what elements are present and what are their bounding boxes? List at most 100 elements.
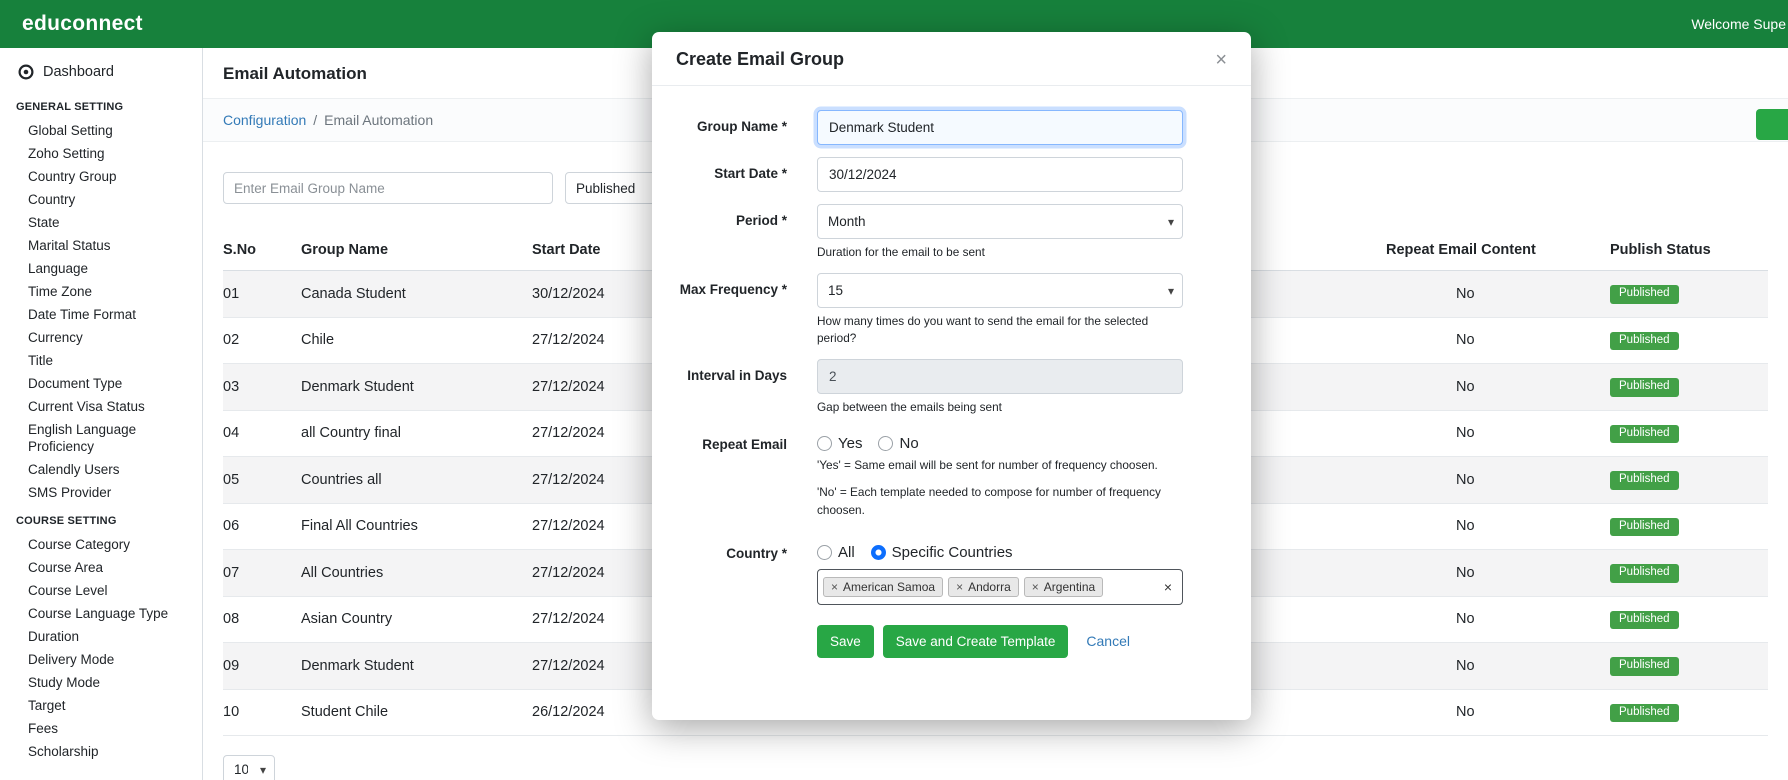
cell-sno: 07 <box>223 550 301 597</box>
sidebar-item[interactable]: Duration <box>16 625 196 648</box>
cell-repeat-email-content: No <box>1386 550 1610 597</box>
close-icon[interactable]: × <box>1215 50 1227 70</box>
brand-logo[interactable]: educonnect <box>22 12 143 36</box>
sidebar-item[interactable]: Target <box>16 694 196 717</box>
remove-tag-icon[interactable]: × <box>831 580 838 594</box>
modal-title: Create Email Group <box>676 49 844 70</box>
cell-group-name: Denmark Student <box>301 643 532 690</box>
add-email-group-button[interactable] <box>1756 109 1788 140</box>
start-date-input[interactable] <box>817 157 1183 192</box>
cell-repeat-email-content: No <box>1386 689 1610 736</box>
save-and-create-template-button[interactable]: Save and Create Template <box>883 625 1069 658</box>
cell-repeat-email-content: No <box>1386 317 1610 364</box>
cell-sno: 10 <box>223 689 301 736</box>
cell-sno: 01 <box>223 271 301 318</box>
cancel-link[interactable]: Cancel <box>1086 633 1130 649</box>
sidebar-item-dashboard[interactable]: Dashboard <box>16 60 196 90</box>
country-all-radio[interactable] <box>817 545 832 560</box>
sidebar-item[interactable]: State <box>16 211 196 234</box>
max-frequency-label: Max Frequency * <box>672 273 787 347</box>
sidebar-item[interactable]: Course Category <box>16 533 196 556</box>
group-name-label: Group Name * <box>672 110 787 145</box>
buttons-spacer <box>672 625 787 658</box>
breadcrumb-separator: / <box>313 112 317 128</box>
sidebar-item[interactable]: Scholarship <box>16 740 196 763</box>
sidebar-item[interactable]: SMS Provider <box>16 481 196 504</box>
breadcrumb-current: Email Automation <box>324 112 433 128</box>
sidebar-item[interactable]: Country <box>16 188 196 211</box>
repeat-no-radio[interactable] <box>878 436 893 451</box>
modal-body: Group Name * Start Date * Period * Month… <box>652 86 1251 720</box>
sidebar-item[interactable]: Time Zone <box>16 280 196 303</box>
country-all-label[interactable]: All <box>838 544 855 561</box>
cell-repeat-email-content: No <box>1386 643 1610 690</box>
sidebar-item[interactable]: Title <box>16 349 196 372</box>
sidebar-item[interactable]: Language <box>16 257 196 280</box>
sidebar-item[interactable]: Current Visa Status <box>16 395 196 418</box>
remove-tag-icon[interactable]: × <box>956 580 963 594</box>
sidebar-item[interactable]: Delivery Mode <box>16 648 196 671</box>
start-date-label: Start Date * <box>672 157 787 192</box>
max-frequency-select[interactable]: 15 <box>817 273 1183 308</box>
sidebar-item[interactable]: Zoho Setting <box>16 142 196 165</box>
page-size-select-wrap: 10 <box>223 755 275 780</box>
status-badge: Published <box>1610 611 1679 630</box>
sidebar-item[interactable]: Country Group <box>16 165 196 188</box>
max-frequency-help-text: How many times do you want to send the e… <box>817 313 1183 347</box>
sidebar-item[interactable]: Document Type <box>16 372 196 395</box>
repeat-yes-help-text: 'Yes' = Same email will be sent for numb… <box>817 457 1183 474</box>
search-input[interactable] <box>223 172 553 204</box>
repeat-no-label[interactable]: No <box>899 435 918 452</box>
country-radio-group: All Specific Countries <box>817 537 1183 561</box>
sidebar-item[interactable]: Marital Status <box>16 234 196 257</box>
dashboard-icon <box>18 64 34 80</box>
col-repeat-email-content: Repeat Email Content <box>1386 230 1610 271</box>
country-tag[interactable]: ×Argentina <box>1024 577 1103 597</box>
repeat-yes-radio[interactable] <box>817 436 832 451</box>
sidebar: Dashboard GENERAL SETTING Global SettingZ… <box>0 48 203 780</box>
clear-selection-icon[interactable]: × <box>1164 579 1172 595</box>
breadcrumb-link-configuration[interactable]: Configuration <box>223 112 306 128</box>
sidebar-item[interactable]: Course Language Type <box>16 602 196 625</box>
sidebar-item[interactable]: Course Level <box>16 579 196 602</box>
country-specific-label[interactable]: Specific Countries <box>892 544 1013 561</box>
period-help-text: Duration for the email to be sent <box>817 244 1183 261</box>
sidebar-item[interactable]: Course Area <box>16 556 196 579</box>
sidebar-item[interactable]: Study Mode <box>16 671 196 694</box>
save-button[interactable]: Save <box>817 625 874 658</box>
cell-repeat-email-content: No <box>1386 271 1610 318</box>
country-multiselect[interactable]: ×American Samoa×Andorra×Argentina × <box>817 569 1183 605</box>
period-label: Period * <box>672 204 787 261</box>
country-tag[interactable]: ×American Samoa <box>823 577 943 597</box>
cell-group-name: All Countries <box>301 550 532 597</box>
cell-publish-status: Published <box>1610 503 1768 550</box>
sidebar-item[interactable]: Fees <box>16 717 196 740</box>
modal-header: Create Email Group × <box>652 32 1251 86</box>
sidebar-item[interactable]: Global Setting <box>16 119 196 142</box>
sidebar-item[interactable]: Date Time Format <box>16 303 196 326</box>
sidebar-item[interactable]: Currency <box>16 326 196 349</box>
country-specific-radio[interactable] <box>871 545 886 560</box>
sidebar-section-title: GENERAL SETTING <box>16 101 196 113</box>
remove-tag-icon[interactable]: × <box>1032 580 1039 594</box>
country-tag[interactable]: ×Andorra <box>948 577 1019 597</box>
cell-publish-status: Published <box>1610 364 1768 411</box>
sidebar-sections: GENERAL SETTING Global SettingZoho Settin… <box>16 101 196 763</box>
cell-group-name: all Country final <box>301 410 532 457</box>
status-badge: Published <box>1610 425 1679 444</box>
sidebar-item[interactable]: English Language Proficiency <box>16 418 196 458</box>
cell-publish-status: Published <box>1610 689 1768 736</box>
pagination: 10 <box>203 736 1788 780</box>
sidebar-dashboard-label: Dashboard <box>43 64 114 80</box>
period-select-wrap: Month <box>817 204 1183 239</box>
group-name-input[interactable] <box>817 110 1183 145</box>
repeat-yes-label[interactable]: Yes <box>838 435 862 452</box>
country-label: Country * <box>672 537 787 605</box>
period-select[interactable]: Month <box>817 204 1183 239</box>
page-size-select[interactable]: 10 <box>223 755 275 780</box>
welcome-text: Welcome Supe <box>1691 16 1786 32</box>
sidebar-item[interactable]: Calendly Users <box>16 458 196 481</box>
cell-publish-status: Published <box>1610 550 1768 597</box>
repeat-email-label: Repeat Email <box>672 428 787 518</box>
create-email-group-modal: Create Email Group × Group Name * Start … <box>652 32 1251 720</box>
